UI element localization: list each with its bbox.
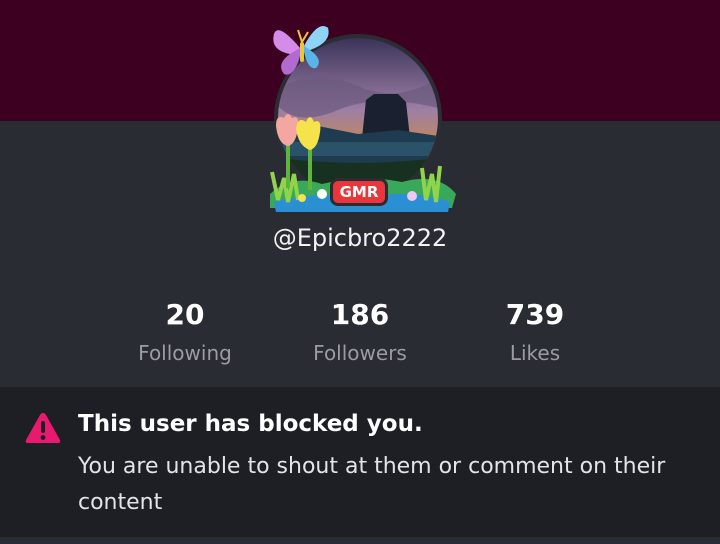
stat-likes[interactable]: 739 Likes [450, 298, 620, 366]
blocked-notice: This user has blocked you. You are unabl… [0, 387, 720, 537]
stat-value: 20 [165, 298, 205, 331]
stat-value: 739 [505, 298, 565, 331]
status-badge: GMR [330, 178, 388, 206]
notice-body: You are unable to shout at them or comme… [78, 454, 666, 515]
username: @Epicbro2222 [272, 224, 448, 252]
butterfly-icon [273, 26, 329, 75]
stat-label: Following [138, 341, 232, 365]
warning-triangle-icon [25, 413, 61, 443]
bottom-divider [0, 537, 720, 544]
stat-followers[interactable]: 186 Followers [275, 298, 445, 366]
notice-title: This user has blocked you. [78, 411, 423, 437]
avatar-container[interactable]: GMR [262, 20, 458, 216]
stat-label: Likes [509, 341, 561, 365]
stat-label: Followers [313, 341, 407, 365]
stat-value: 186 [330, 298, 390, 331]
stat-following[interactable]: 20 Following [100, 298, 270, 366]
